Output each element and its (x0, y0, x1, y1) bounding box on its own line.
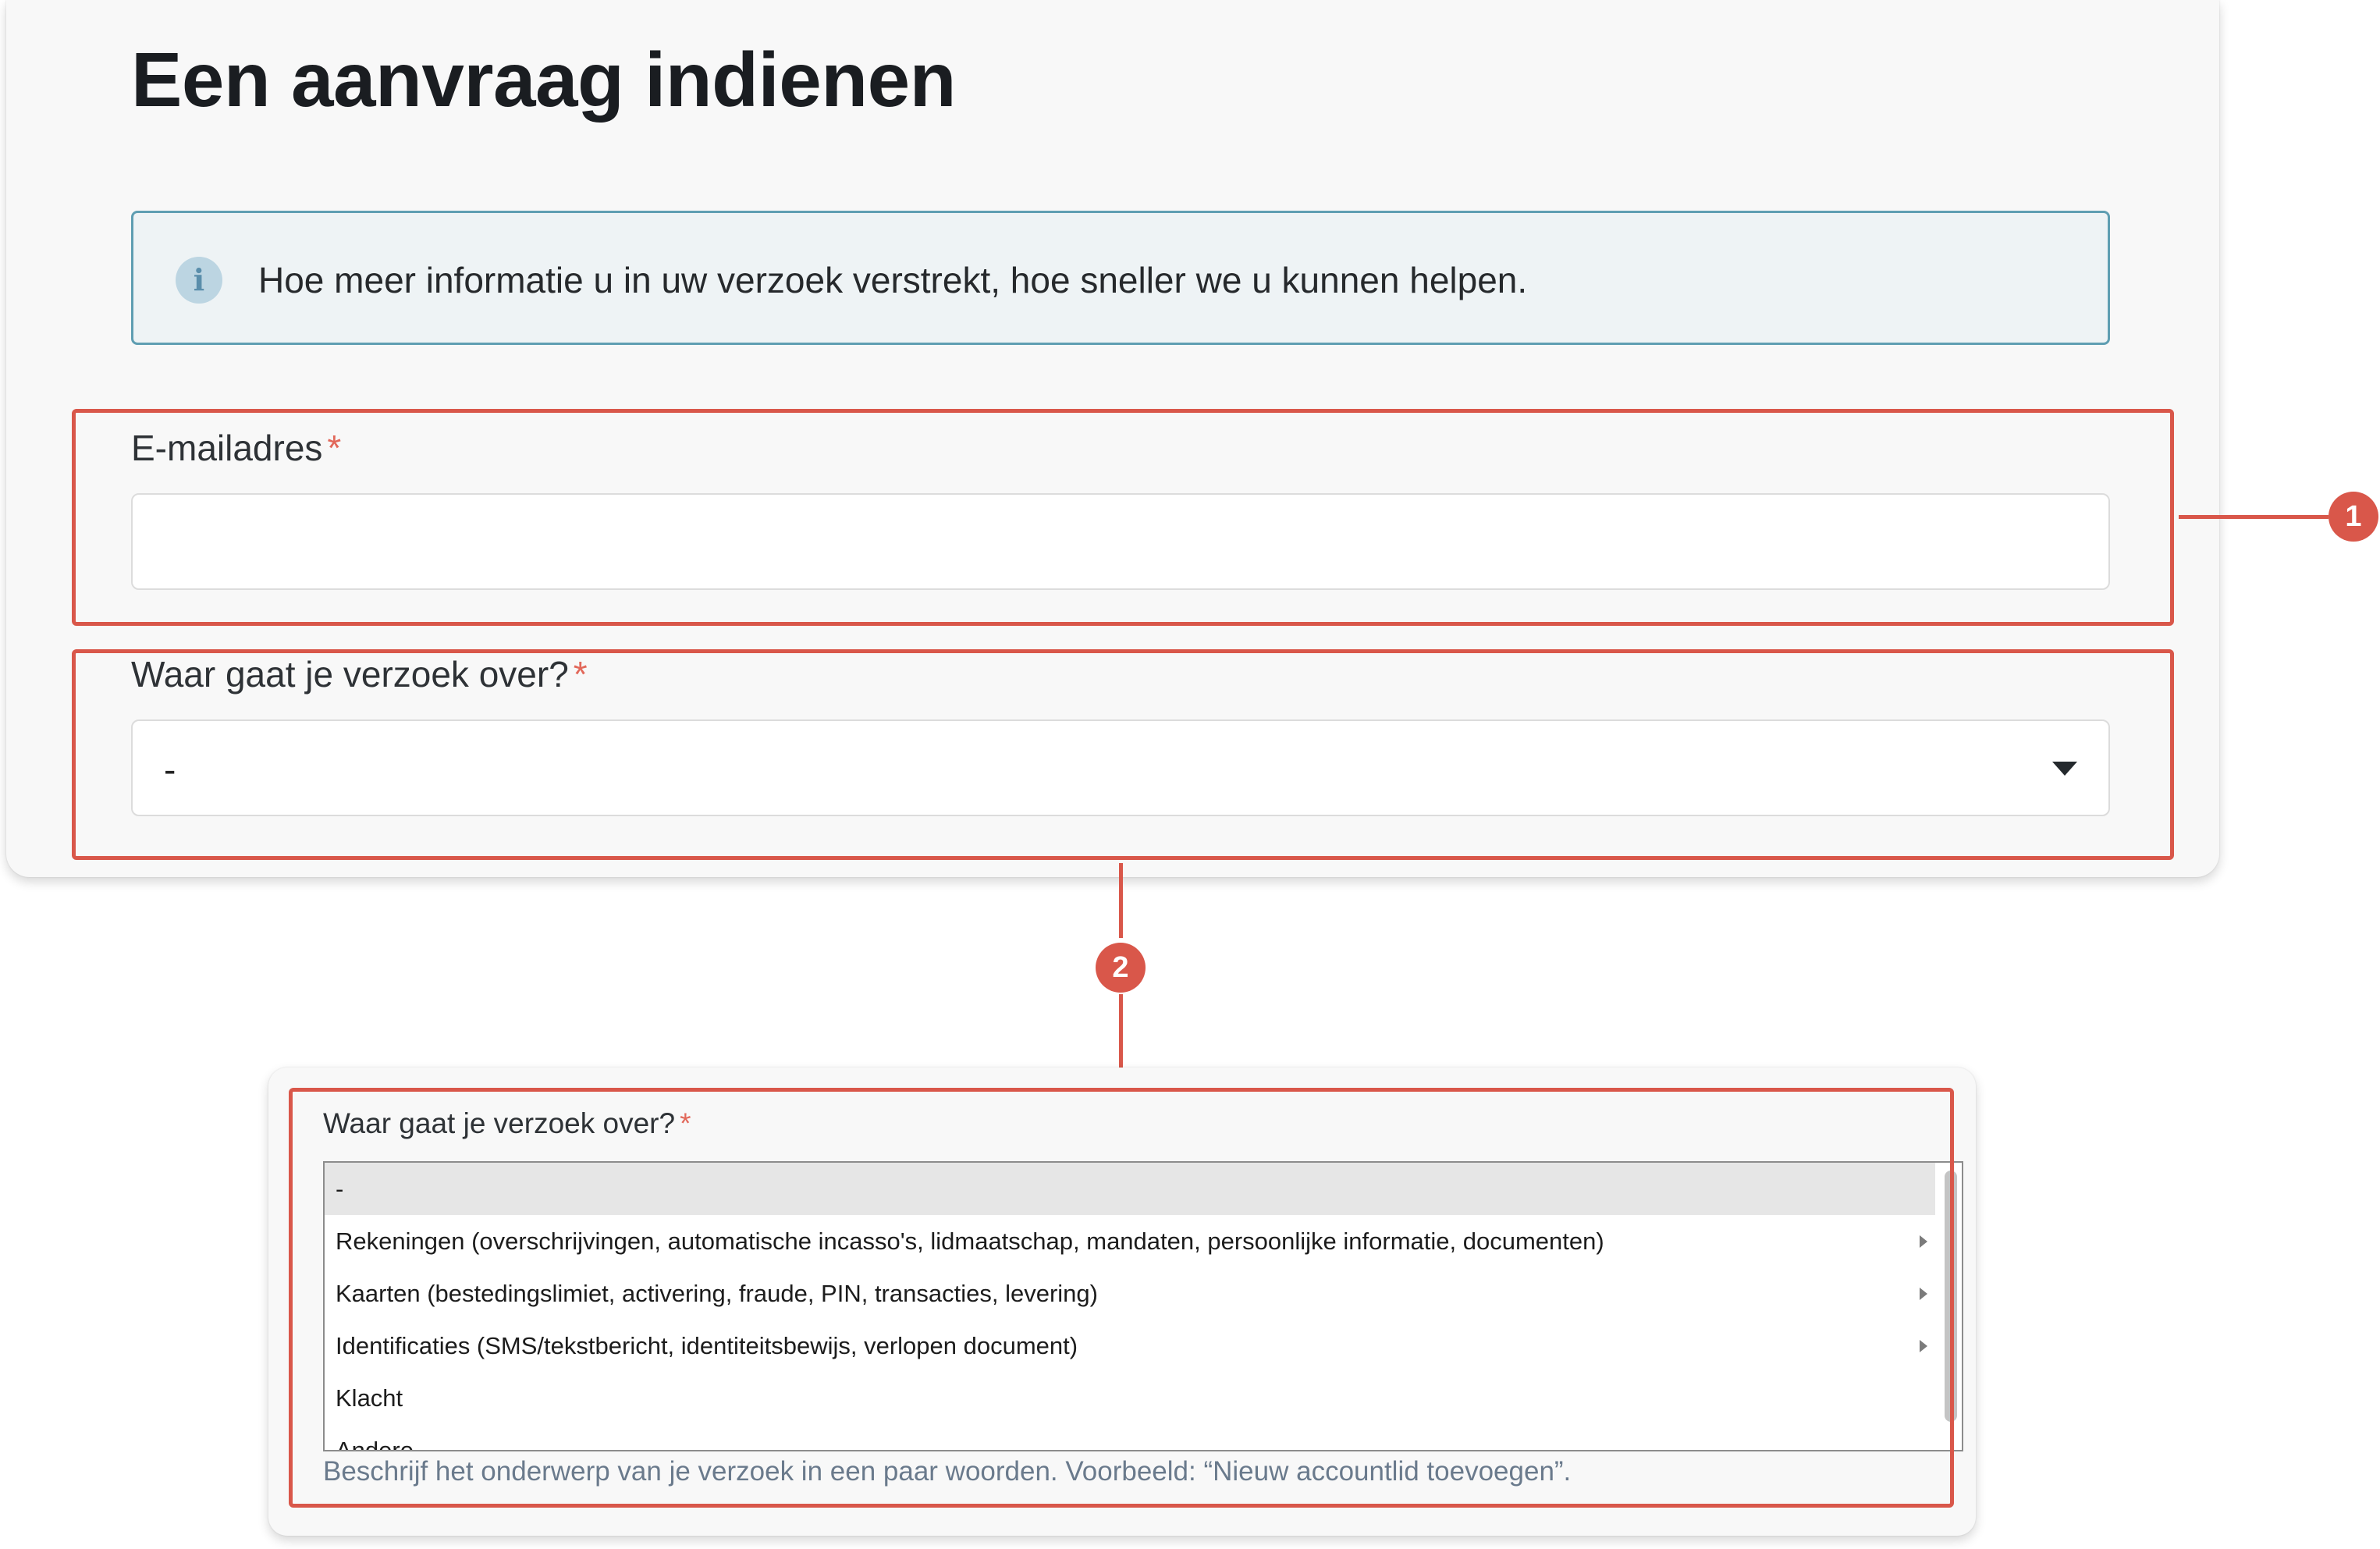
highlight-email-field (72, 409, 2174, 626)
callout-1-badge: 1 (2328, 492, 2378, 542)
page-title: Een aanvraag indienen (131, 37, 956, 123)
highlight-expanded-topic (289, 1088, 1954, 1508)
callout-1-connector (2179, 515, 2328, 519)
callout-2-connector-top (1119, 863, 1123, 938)
callout-2-badge: 2 (1096, 943, 1146, 993)
info-icon: i (176, 257, 222, 304)
highlight-topic-select (72, 649, 2174, 860)
info-banner: i Hoe meer informatie u in uw verzoek ve… (131, 211, 2110, 345)
info-message: Hoe meer informatie u in uw verzoek vers… (258, 260, 1528, 300)
